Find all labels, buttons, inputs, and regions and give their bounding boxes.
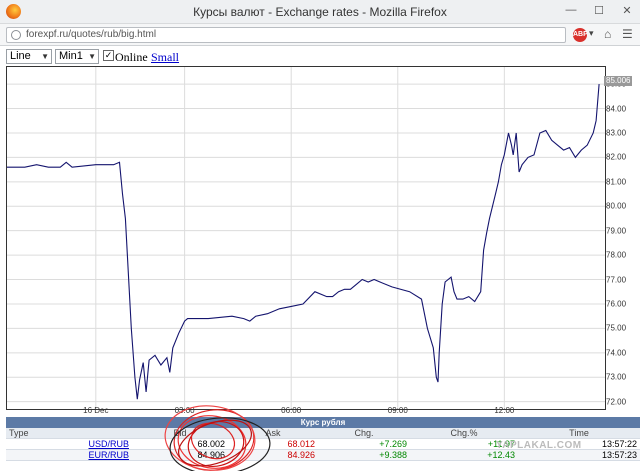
- pair-link[interactable]: USD/RUB: [6, 439, 132, 449]
- y-tick-label: 72.00: [606, 397, 627, 407]
- time-value: 13:57:23: [601, 450, 637, 460]
- window-controls: — ☐ ✕: [564, 4, 634, 17]
- interval-select[interactable]: Min1 ▼: [55, 49, 99, 64]
- chg-value: +9.388: [379, 450, 407, 460]
- chevron-down-icon: ▼: [88, 52, 96, 61]
- minimize-icon[interactable]: —: [564, 4, 578, 17]
- y-tick-label: 79.00: [606, 226, 627, 236]
- x-tick-label: 06:00: [281, 406, 302, 415]
- header-chg-pct: Chg.%: [450, 428, 478, 438]
- chevron-down-icon: ▼: [41, 52, 49, 61]
- globe-icon: [11, 30, 21, 40]
- header-time: Time: [569, 428, 589, 438]
- close-icon[interactable]: ✕: [620, 4, 634, 17]
- home-icon[interactable]: ⌂: [604, 27, 611, 41]
- y-tick-label: 75.00: [606, 323, 627, 333]
- pair-link[interactable]: EUR/RUB: [6, 450, 132, 460]
- online-checkbox[interactable]: ✓: [103, 50, 114, 61]
- adblock-icon[interactable]: ABP: [573, 28, 588, 42]
- chart-type-value: Line: [10, 50, 31, 62]
- chg-pct-value: +12.43: [487, 450, 515, 460]
- y-tick-label: 80.00: [606, 201, 627, 211]
- chg-value: +7.269: [379, 439, 407, 449]
- table-header-row: Type Bid Ask Chg. Chg.% Time: [6, 428, 640, 439]
- rates-table: Курс рубля Type Bid Ask Chg. Chg.% Time …: [6, 417, 640, 461]
- watermark: YAPLAKAL.COM: [496, 440, 582, 451]
- x-tick-label: 12:00: [494, 406, 515, 415]
- header-type: Type: [9, 428, 29, 438]
- y-tick-label: 74.00: [606, 348, 627, 358]
- bid-value: 84.906: [197, 450, 225, 460]
- url-bar[interactable]: forexpf.ru/quotes/rub/big.html: [6, 27, 566, 43]
- hamburger-menu-icon[interactable]: ☰: [622, 27, 633, 41]
- chart-plot: [7, 67, 605, 409]
- ask-value: 84.926: [287, 450, 315, 460]
- y-tick-label: 84.00: [606, 104, 627, 114]
- y-tick-label: 81.00: [606, 177, 627, 187]
- chart-toolbar: Line ▼ Min1 ▼ ✓ Online Small: [0, 47, 640, 66]
- header-bid: Bid: [173, 428, 187, 438]
- maximize-icon[interactable]: ☐: [592, 4, 606, 17]
- chevron-down-icon[interactable]: ▾: [589, 28, 594, 39]
- y-tick-label: 73.00: [606, 372, 627, 382]
- price-chart: [6, 66, 606, 410]
- browser-window: Курсы валют - Exchange rates - Mozilla F…: [0, 0, 640, 471]
- y-tick-label: 77.00: [606, 275, 627, 285]
- ask-value: 68.012: [287, 439, 315, 449]
- x-tick-label: 03:00: [174, 406, 195, 415]
- small-link[interactable]: Small: [151, 50, 179, 65]
- y-tick-label: 83.00: [606, 128, 627, 138]
- chart-type-select[interactable]: Line ▼: [6, 49, 52, 64]
- table-row: EUR/RUB 84.906 84.926 +9.388 +12.43 13:5…: [6, 450, 640, 461]
- x-tick-label: 09:00: [387, 406, 408, 415]
- online-label: Online: [115, 50, 148, 64]
- y-tick-label: 76.00: [606, 299, 627, 309]
- y-tick-label: 78.00: [606, 250, 627, 260]
- nav-bar: forexpf.ru/quotes/rub/big.html ABP ▾ ⌂ ☰: [0, 24, 640, 46]
- header-chg: Chg.: [354, 428, 374, 438]
- header-ask: Ask: [265, 428, 281, 438]
- table-caption: Курс рубля: [6, 417, 640, 428]
- window-title: Курсы валют - Exchange rates - Mozilla F…: [193, 5, 447, 19]
- interval-value: Min1: [59, 50, 83, 62]
- last-value-label: 85.006: [604, 76, 633, 86]
- title-bar: Курсы валют - Exchange rates - Mozilla F…: [0, 0, 640, 24]
- bid-value: 68.002: [197, 439, 225, 449]
- url-text[interactable]: forexpf.ru/quotes/rub/big.html: [26, 29, 156, 40]
- x-tick-label: 16 Dec: [83, 406, 109, 415]
- y-tick-label: 82.00: [606, 152, 627, 162]
